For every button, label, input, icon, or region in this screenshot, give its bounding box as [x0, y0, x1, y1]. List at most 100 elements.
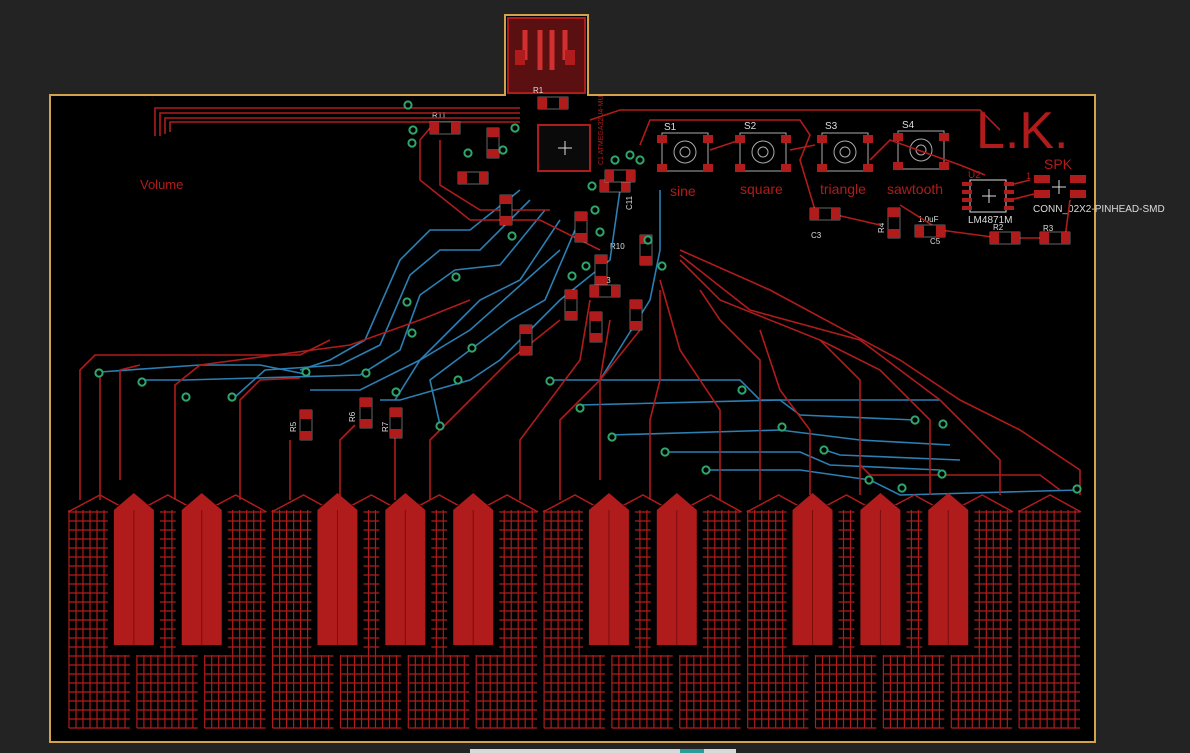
ref-c3: C3: [811, 231, 822, 240]
via: [587, 181, 597, 191]
ref-r1: R1: [533, 86, 544, 95]
volume-label: Volume: [140, 177, 183, 192]
smd-component[interactable]: [457, 171, 489, 185]
mcu-label: C1 ATMEGA32U4-MU: [598, 96, 605, 166]
label-sawtooth: sawtooth: [887, 181, 943, 197]
via: [451, 272, 461, 282]
via: [361, 368, 371, 378]
black-key-pad[interactable]: [107, 493, 160, 655]
label-triangle: triangle: [820, 181, 866, 197]
ref-r6: R6: [348, 411, 357, 422]
smd-component[interactable]: [589, 311, 603, 343]
smd-component[interactable]: [594, 254, 608, 286]
via: [937, 469, 947, 479]
pcb-layout-canvas[interactable]: L.K. Volume SPK 1 CONN_02X2-PINHEAD-SMD …: [0, 0, 1190, 753]
via: [1072, 484, 1082, 494]
smd-component[interactable]: [1039, 231, 1071, 245]
smd-component[interactable]: [989, 231, 1021, 245]
black-key-pad[interactable]: [447, 493, 500, 655]
amplifier-u2[interactable]: [962, 179, 1014, 213]
smd-component[interactable]: [574, 211, 588, 243]
switch-s3-ref: S3: [825, 121, 838, 132]
connector-label: CONN_02X2-PINHEAD-SMD: [1033, 204, 1165, 215]
smd-component[interactable]: [389, 407, 403, 439]
black-key-pad[interactable]: [650, 493, 703, 655]
via: [545, 376, 555, 386]
via: [301, 367, 311, 377]
via: [402, 297, 412, 307]
speaker-pin-number: 1: [1026, 171, 1031, 181]
black-key-pad[interactable]: [175, 493, 228, 655]
via: [864, 475, 874, 485]
smd-component[interactable]: [887, 207, 901, 239]
label-sine: sine: [670, 183, 696, 199]
via: [610, 155, 620, 165]
switch-s2[interactable]: [735, 132, 791, 172]
smd-component[interactable]: [589, 284, 621, 298]
switch-s3[interactable]: [817, 132, 873, 172]
via: [657, 261, 667, 271]
via: [737, 385, 747, 395]
via: [701, 465, 711, 475]
smd-component[interactable]: [564, 289, 578, 321]
ref-r2: R2: [993, 223, 1004, 232]
via: [625, 150, 635, 160]
smd-component[interactable]: [629, 299, 643, 331]
via: [897, 483, 907, 493]
black-key-pad[interactable]: [582, 493, 635, 655]
via: [660, 447, 670, 457]
via: [567, 271, 577, 281]
via: [643, 235, 653, 245]
via: [391, 387, 401, 397]
via: [507, 231, 517, 241]
ref-c5: C5: [930, 237, 941, 246]
usb-connector[interactable]: [507, 17, 586, 94]
ref-r5: R5: [289, 421, 298, 432]
smd-component[interactable]: [604, 169, 636, 183]
black-key-pad[interactable]: [922, 493, 975, 655]
via: [575, 403, 585, 413]
via: [94, 368, 104, 378]
smd-component[interactable]: [359, 397, 373, 429]
status-strip: [470, 749, 736, 753]
via: [463, 148, 473, 158]
smd-component[interactable]: [809, 207, 841, 221]
smd-component[interactable]: [499, 194, 513, 226]
via: [435, 421, 445, 431]
speaker-label: SPK: [1044, 156, 1073, 172]
black-key-pad[interactable]: [854, 493, 907, 655]
via: [181, 392, 191, 402]
via: [595, 227, 605, 237]
via: [938, 419, 948, 429]
black-key-pad[interactable]: [379, 493, 432, 655]
mcu-chip[interactable]: [537, 124, 591, 172]
smd-component[interactable]: [537, 96, 569, 110]
via: [467, 343, 477, 353]
smd-component[interactable]: [914, 224, 946, 238]
via: [137, 377, 147, 387]
via: [607, 432, 617, 442]
smd-component[interactable]: [519, 324, 533, 356]
via: [819, 445, 829, 455]
u2-part: LM4871M: [968, 215, 1012, 226]
switch-s1-ref: S1: [664, 122, 677, 133]
via: [407, 328, 417, 338]
ref-c11: C11: [625, 195, 634, 210]
via: [407, 138, 417, 148]
via: [453, 375, 463, 385]
label-square: square: [740, 181, 783, 197]
smd-component[interactable]: [299, 409, 313, 441]
switch-s1[interactable]: [657, 132, 713, 172]
via: [635, 155, 645, 165]
ref-r7: R7: [381, 421, 390, 432]
smd-component[interactable]: [429, 121, 461, 135]
via: [498, 145, 508, 155]
initials-logo: L.K.: [976, 102, 1069, 160]
switch-s2-ref: S2: [744, 121, 757, 132]
status-accent: [680, 749, 704, 753]
smd-component[interactable]: [486, 127, 500, 159]
ref-r3: R3: [1043, 224, 1054, 233]
black-key-pad[interactable]: [786, 493, 839, 655]
switch-s4-ref: S4: [902, 120, 915, 131]
black-key-pad[interactable]: [311, 493, 364, 655]
